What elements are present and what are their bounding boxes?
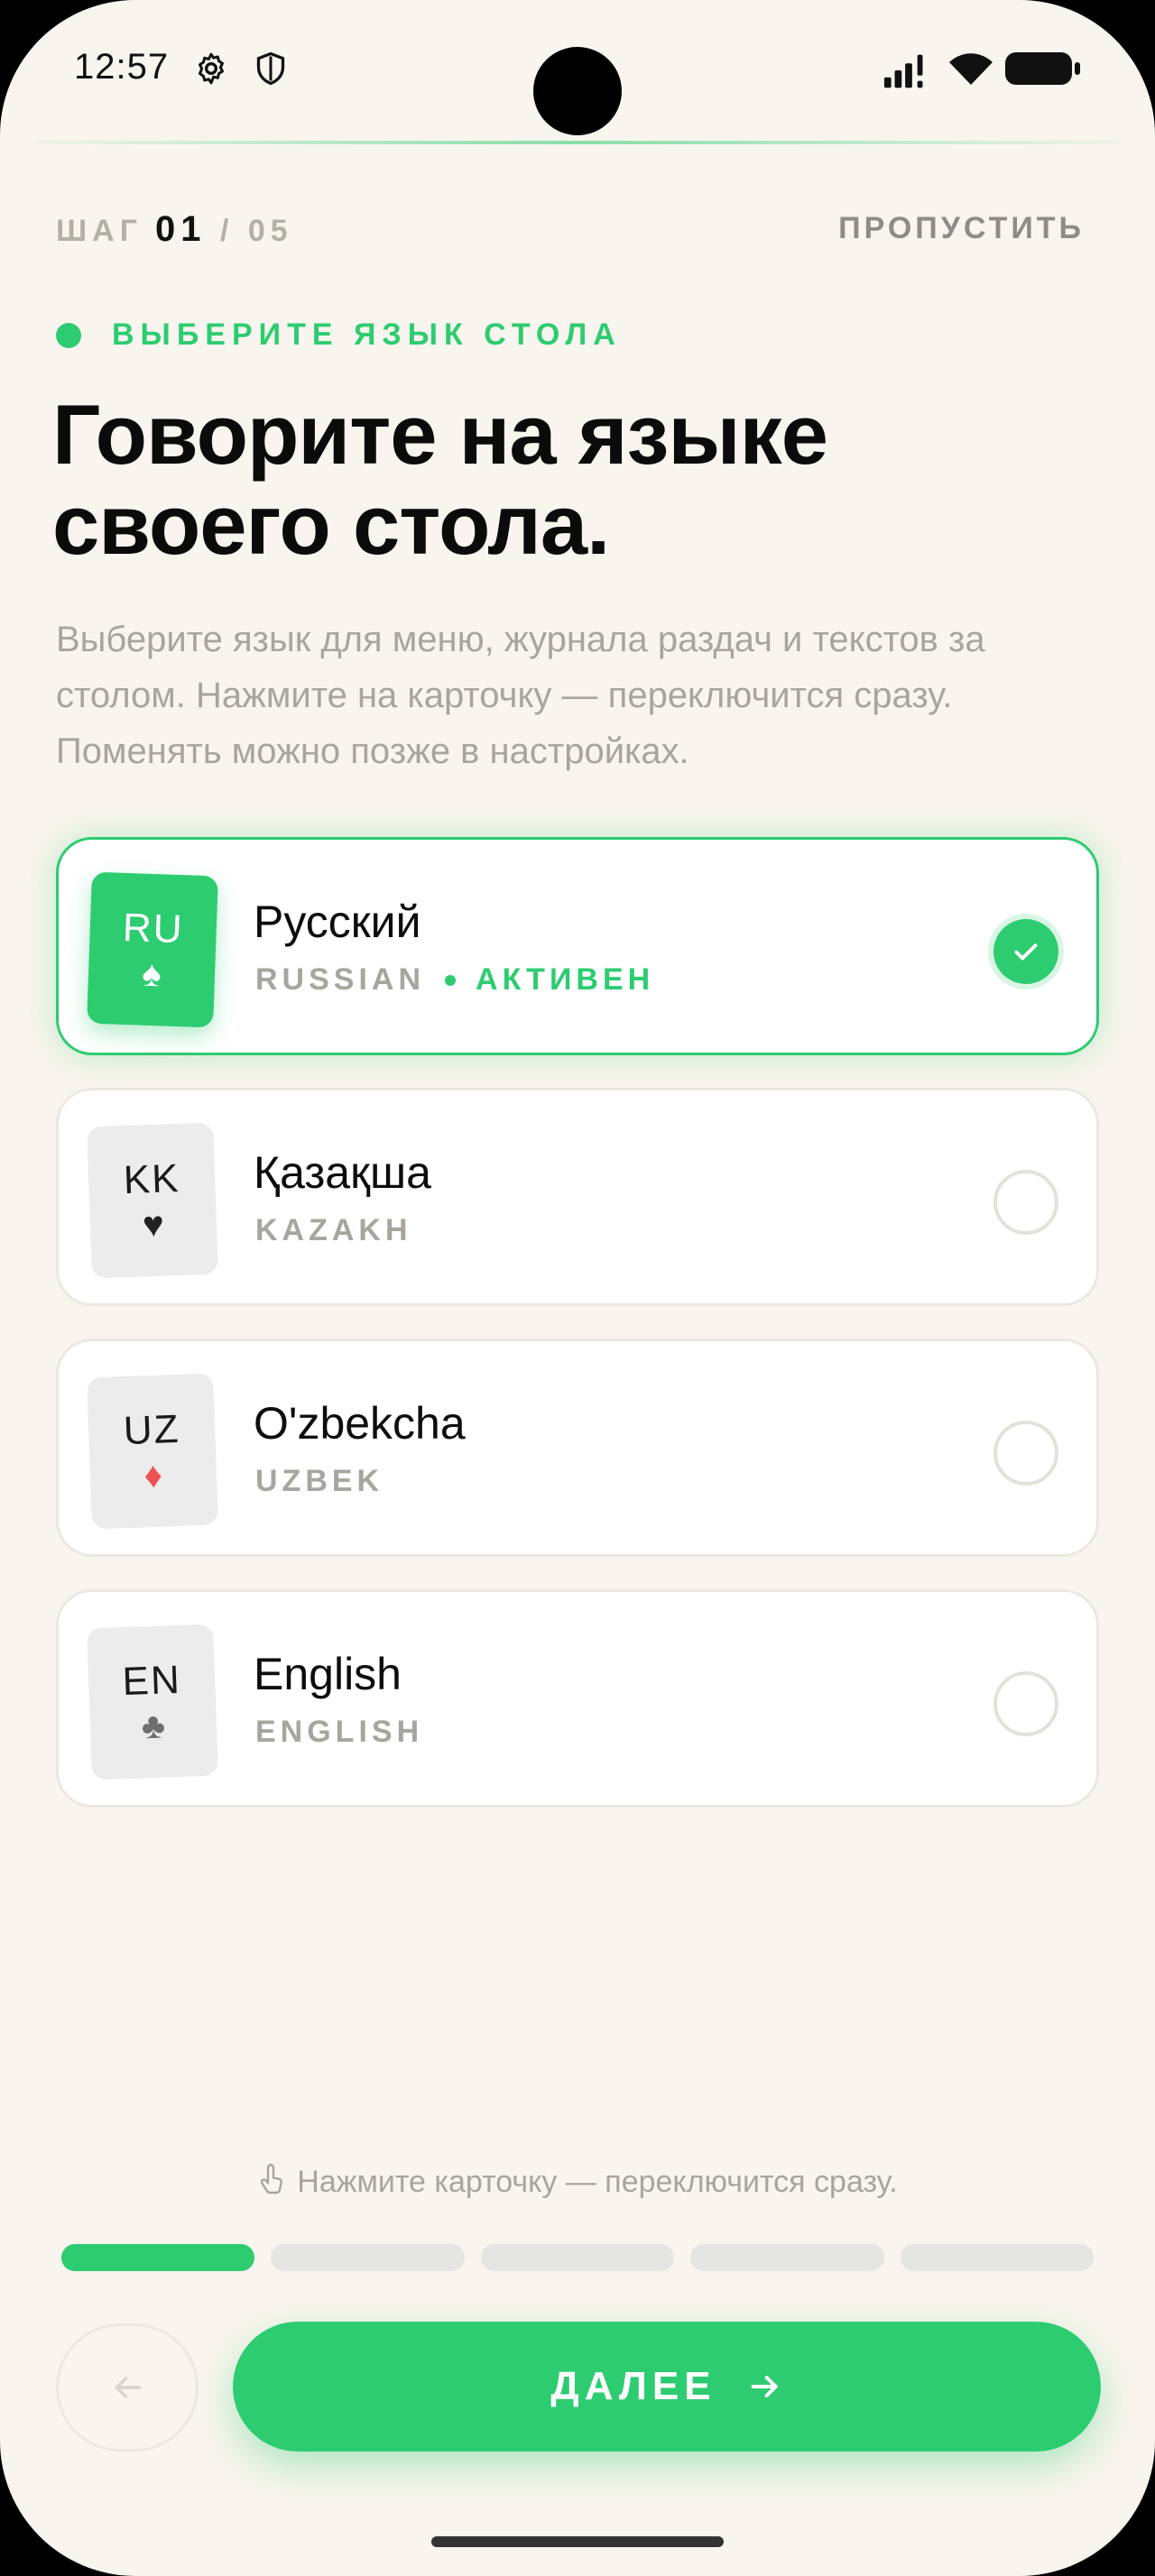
step-total: 05 xyxy=(247,214,293,248)
home-indicator[interactable] xyxy=(431,2536,724,2547)
page-subtitle: Выберите язык для меню, журнала раздач и… xyxy=(56,620,985,771)
language-english-name: ENGLISH xyxy=(255,1715,424,1749)
next-button-label: ДАЛЕЕ xyxy=(550,2364,716,2408)
back-button[interactable] xyxy=(56,2323,199,2452)
front-camera xyxy=(533,47,622,135)
heart-icon: ♥ xyxy=(142,1204,165,1246)
step-current: 01 xyxy=(155,209,207,249)
progress-segment-5 xyxy=(900,2244,1095,2271)
language-name: Қазақша xyxy=(254,1147,431,1198)
language-badge: RU ♠ xyxy=(87,871,218,1028)
status-bar: 12:57 xyxy=(0,0,1155,135)
active-dot xyxy=(445,974,457,986)
progress-segment-3 xyxy=(480,2244,675,2271)
eyebrow: ВЫБЕРИТЕ ЯЗЫК СТОЛА xyxy=(56,317,622,353)
progress-segment-1 xyxy=(61,2244,255,2271)
skip-button[interactable]: ПРОПУСТИТЬ xyxy=(838,211,1085,246)
eyebrow-text: ВЫБЕРИТЕ ЯЗЫК СТОЛА xyxy=(112,317,622,352)
language-badge: UZ ♦ xyxy=(87,1373,218,1530)
next-button[interactable]: ДАЛЕЕ xyxy=(233,2322,1101,2452)
unselected-radio[interactable] xyxy=(993,1421,1058,1486)
unselected-radio[interactable] xyxy=(993,1671,1058,1736)
step-label: ШАГ xyxy=(56,214,143,248)
language-name: Русский xyxy=(254,897,421,947)
language-list: RU ♠ Русский RUSSIAN АКТИВЕН KK ♥ Қазақш… xyxy=(56,837,1099,1840)
selected-radio[interactable] xyxy=(993,919,1058,984)
language-name: O'zbekcha xyxy=(254,1398,466,1449)
step-indicator: ШАГ 01 / 05 xyxy=(56,209,293,250)
progress-segment-2 xyxy=(271,2244,465,2271)
check-icon xyxy=(1014,943,1038,961)
step-progress xyxy=(61,2244,1095,2271)
step-separator: / xyxy=(219,214,235,248)
language-english-name: KAZAKH xyxy=(255,1213,412,1247)
active-status: АКТИВЕН xyxy=(476,962,655,997)
page-title: Говорите на языке своего стола. xyxy=(52,387,828,572)
language-name: English xyxy=(254,1649,402,1699)
language-card-english[interactable]: EN ♣ English ENGLISH xyxy=(56,1589,1099,1808)
language-english-name: RUSSIAN xyxy=(255,962,426,997)
signal-icon xyxy=(883,54,923,88)
language-subtitle: ENGLISH xyxy=(255,1715,423,1750)
language-code: KK xyxy=(122,1155,181,1203)
eyebrow-dot xyxy=(56,322,81,348)
unselected-radio[interactable] xyxy=(993,1170,1058,1235)
language-english-name: UZBEK xyxy=(255,1464,384,1498)
language-card-russian[interactable]: RU ♠ Русский RUSSIAN АКТИВЕН xyxy=(56,837,1099,1055)
wifi-icon xyxy=(949,53,993,85)
club-icon: ♣ xyxy=(141,1706,166,1747)
language-subtitle: RUSSIAN АКТИВЕН xyxy=(255,962,654,998)
language-badge: KK ♥ xyxy=(87,1122,218,1279)
arrow-right-icon xyxy=(751,2376,778,2397)
gear-icon xyxy=(199,52,224,85)
progress-segment-4 xyxy=(690,2244,884,2271)
tap-hand-icon xyxy=(261,2164,283,2194)
tap-hint: Нажмите карточку — переключится сразу. xyxy=(0,2163,1155,2200)
language-card-kazakh[interactable]: KK ♥ Қазақша KAZAKH xyxy=(56,1088,1099,1306)
top-glow-divider xyxy=(36,141,1119,144)
hint-text: Нажмите карточку — переключится сразу. xyxy=(297,2165,898,2199)
language-code: RU xyxy=(122,905,185,952)
status-time: 12:57 xyxy=(74,47,170,87)
language-subtitle: UZBEK xyxy=(255,1464,383,1499)
shield-icon xyxy=(256,51,285,86)
phone-screen: 12:57 ШАГ 01 / 05 ПРОПУСТИТЬ ВЫБЕРИТЕ ЯЗ… xyxy=(0,0,1155,2576)
spade-icon: ♠ xyxy=(141,953,162,995)
language-code: EN xyxy=(121,1657,182,1705)
battery-icon xyxy=(1005,52,1080,85)
language-card-uzbek[interactable]: UZ ♦ O'zbekcha UZBEK xyxy=(56,1339,1099,1557)
diamond-icon: ♦ xyxy=(143,1455,163,1496)
language-badge: EN ♣ xyxy=(87,1624,218,1780)
language-code: UZ xyxy=(123,1406,181,1454)
language-subtitle: KAZAKH xyxy=(255,1213,412,1248)
arrow-left-icon xyxy=(115,2377,142,2398)
